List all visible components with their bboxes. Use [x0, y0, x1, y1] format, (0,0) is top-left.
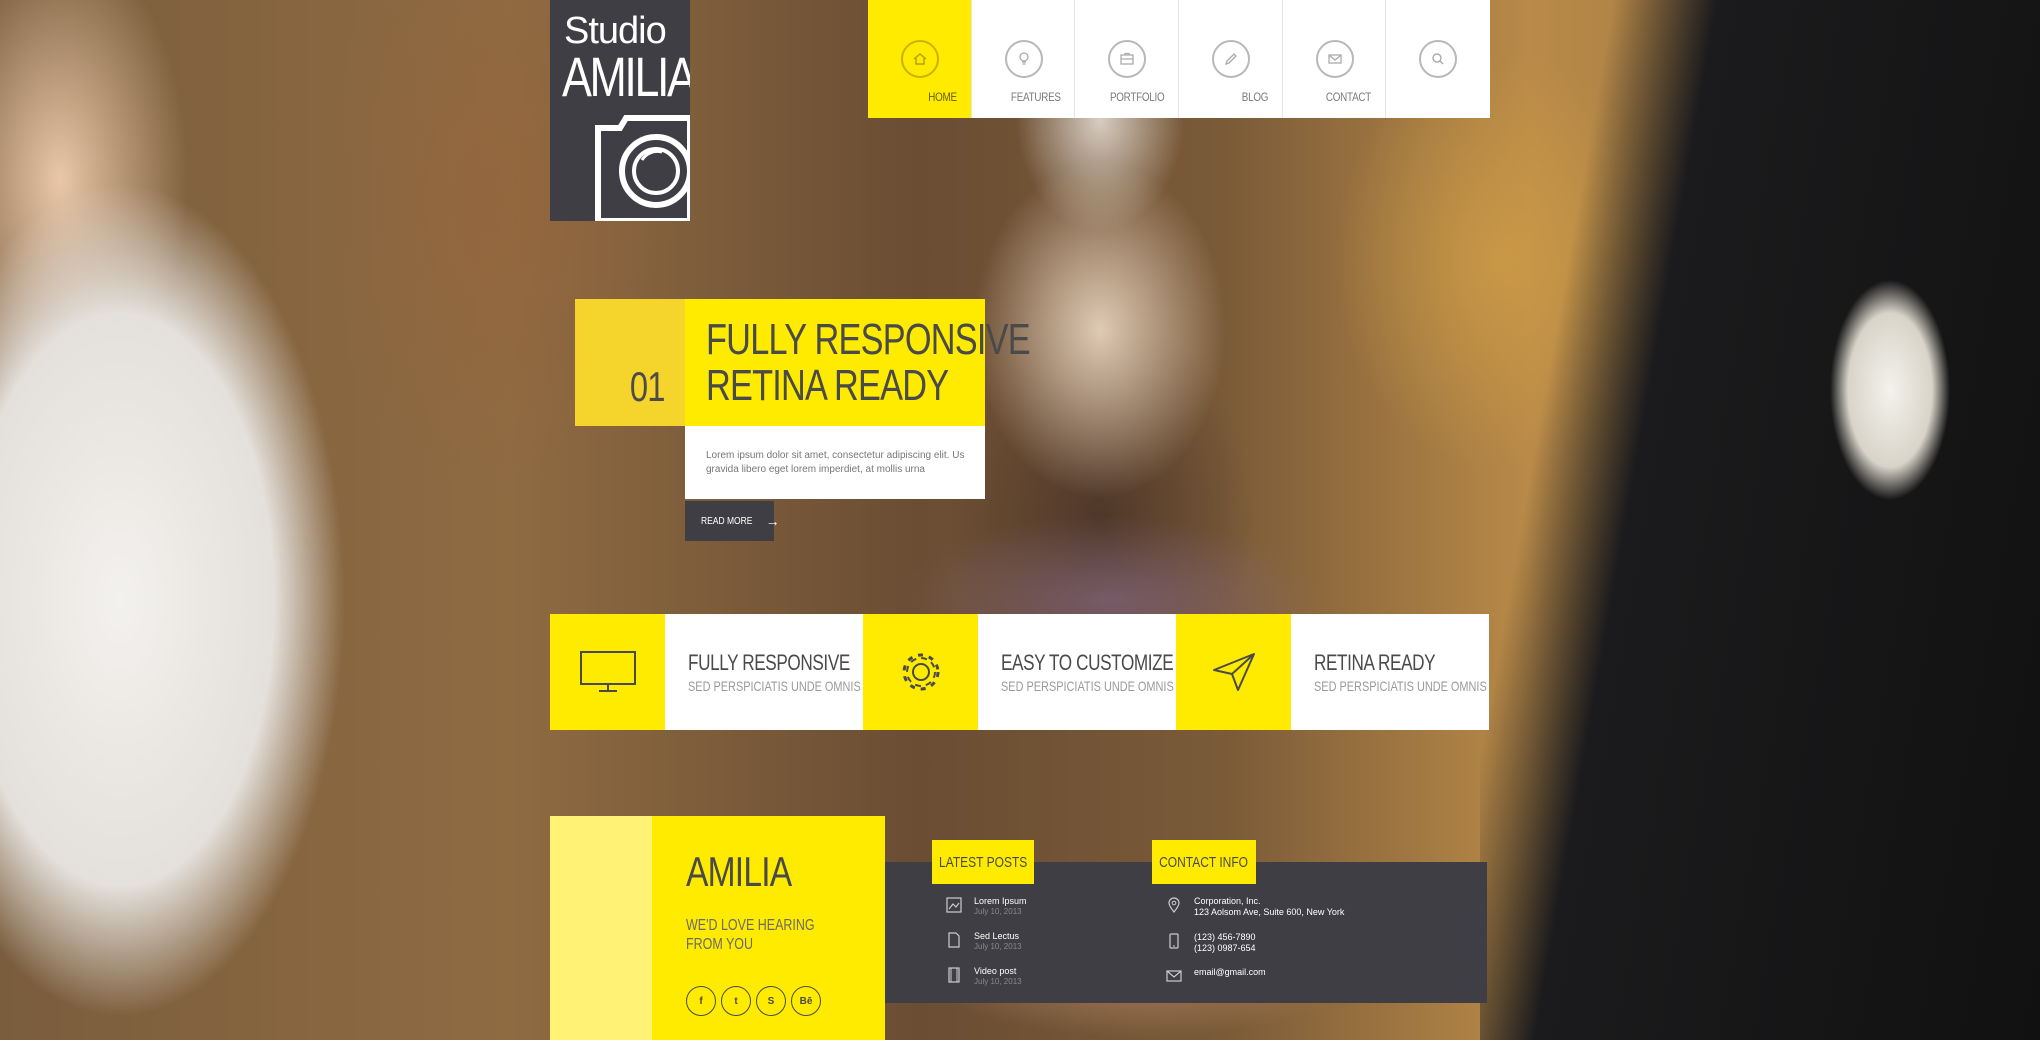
social-links: f t S Bē [686, 986, 821, 1016]
features-strip: FULLY RESPONSIVE SED PERSPICIATIS UNDE O… [550, 614, 1489, 730]
nav-label: CONTACT [1326, 90, 1372, 104]
home-icon [901, 40, 939, 78]
gear-icon [863, 614, 978, 730]
feature-item[interactable]: EASY TO CUSTOMIZE SED PERSPICIATIS UNDE … [863, 614, 1176, 730]
contact-info-heading: CONTACT INFO [1152, 840, 1256, 884]
nav-item-portfolio[interactable]: PORTFOLIO [1075, 0, 1180, 118]
feature-title: RETINA READY [1314, 650, 1436, 675]
nav-item-blog[interactable]: BLOG [1179, 0, 1283, 118]
latest-posts-heading: LATEST POSTS [932, 840, 1034, 884]
feature-subtitle: SED PERSPICIATIS UNDE OMNIS [1314, 678, 1487, 694]
camera-icon [595, 115, 690, 221]
site-logo[interactable]: Studio AMILIA [550, 0, 690, 221]
image-icon [946, 897, 962, 913]
nav-label: FEATURES [1010, 90, 1061, 104]
mail-icon [1166, 970, 1182, 982]
slide-number-box: 01 [575, 299, 685, 426]
footer-tagline-line2: FROM YOU [686, 936, 754, 953]
footer-brand: AMILIA [686, 848, 792, 895]
footer-accent-block [550, 816, 652, 1040]
briefcase-icon [1108, 40, 1147, 78]
lightbulb-icon [1004, 40, 1043, 78]
mail-icon [1315, 40, 1354, 78]
contact-phone: (123) 456-7890 (123) 0987-654 [1166, 932, 1256, 954]
read-more-label: READ MORE [701, 515, 753, 527]
nav-item-search[interactable] [1386, 0, 1490, 118]
logo-line2: AMILIA [562, 45, 690, 108]
slide-title-line2: RETINA READY [706, 361, 949, 410]
document-icon [948, 932, 960, 948]
post-date: July 10, 2013 [974, 942, 1022, 951]
read-more-button[interactable]: READ MORE → [685, 501, 780, 541]
nav-label: BLOG [1241, 90, 1268, 104]
slide-number: 01 [630, 363, 666, 410]
post-date: July 10, 2013 [974, 977, 1022, 986]
feature-title: FULLY RESPONSIVE [688, 650, 850, 675]
contact-email-value: email@gmail.com [1194, 967, 1266, 977]
contact-email[interactable]: email@gmail.com [1166, 967, 1266, 984]
nav-label: PORTFOLIO [1109, 90, 1165, 104]
feature-title: EASY TO CUSTOMIZE [1001, 650, 1174, 675]
main-nav: HOME FEATURES PORTFOLIO BLOG CONTACT [868, 0, 1490, 118]
list-item[interactable]: Lorem Ipsum July 10, 2013 [946, 896, 1027, 917]
feature-item[interactable]: RETINA READY SED PERSPICIATIS UNDE OMNIS [1176, 614, 1489, 730]
pencil-icon [1212, 40, 1251, 78]
post-title: Sed Lectus [974, 931, 1020, 941]
twitter-icon[interactable]: t [721, 986, 751, 1016]
post-title: Lorem Ipsum [974, 896, 1027, 906]
nav-item-contact[interactable]: CONTACT [1283, 0, 1387, 118]
feature-subtitle: SED PERSPICIATIS UNDE OMNIS [688, 678, 861, 694]
list-item[interactable]: Video post July 10, 2013 [946, 966, 1022, 987]
phone-icon [1169, 933, 1179, 949]
contact-street: 123 Aolsom Ave, Suite 600, New York [1194, 907, 1345, 917]
feature-subtitle: SED PERSPICIATIS UNDE OMNIS [1001, 678, 1174, 694]
arrow-right-icon: → [765, 513, 780, 529]
slide-text: Lorem ipsum dolor sit amet, consectetur … [685, 426, 985, 499]
feature-item[interactable]: FULLY RESPONSIVE SED PERSPICIATIS UNDE O… [550, 614, 863, 730]
contact-address: Corporation, Inc. 123 Aolsom Ave, Suite … [1166, 896, 1344, 918]
monitor-icon [550, 614, 665, 730]
post-title: Video post [974, 966, 1017, 976]
skype-icon[interactable]: S [756, 986, 786, 1016]
search-icon [1419, 40, 1458, 78]
post-date: July 10, 2013 [974, 907, 1022, 916]
contact-phone-1: (123) 456-7890 [1194, 932, 1256, 942]
nav-label: HOME [928, 90, 957, 104]
list-item[interactable]: Sed Lectus July 10, 2013 [946, 931, 1022, 952]
nav-item-features[interactable]: FEATURES [972, 0, 1076, 118]
nav-item-home[interactable]: HOME [868, 0, 972, 118]
film-icon [948, 967, 960, 983]
slide-title-box: FULLY RESPONSIVE RETINA READY [685, 299, 1031, 426]
slide-title-line1: FULLY RESPONSIVE [706, 315, 1031, 364]
behance-icon[interactable]: Bē [791, 986, 821, 1016]
boutonniere [1820, 260, 1960, 520]
footer-tagline-line1: WE'D LOVE HEARING [686, 917, 815, 934]
contact-phone-2: (123) 0987-654 [1194, 943, 1256, 953]
paper-plane-icon [1176, 614, 1291, 730]
contact-company: Corporation, Inc. [1194, 896, 1261, 906]
footer-brand-block: AMILIA WE'D LOVE HEARING FROM YOU f t S … [652, 816, 885, 1040]
groom-figure [1480, 0, 2040, 1040]
facebook-icon[interactable]: f [686, 986, 716, 1016]
bride-figure [0, 0, 460, 1040]
map-pin-icon [1168, 897, 1180, 913]
